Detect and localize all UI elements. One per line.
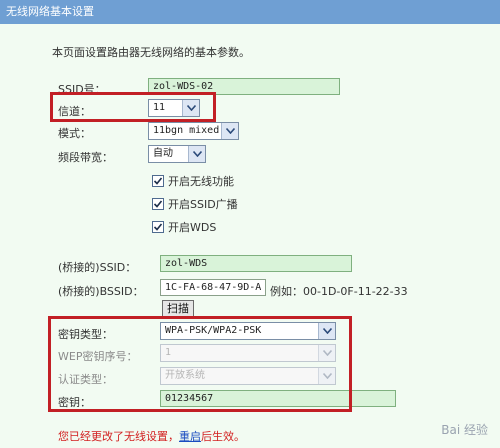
bandwidth-value: 自动 bbox=[153, 148, 173, 159]
wireless-settings-window: 无线网络基本设置 本页面设置路由器无线网络的基本参数。 SSID号： 信道： 1… bbox=[0, 0, 500, 448]
bandwidth-select[interactable]: 自动 bbox=[148, 145, 206, 163]
chevron-down-icon bbox=[221, 123, 238, 139]
bridge-bssid-label: (桥接的)BSSID： bbox=[58, 285, 144, 298]
checkbox-checked-icon bbox=[152, 198, 164, 210]
checkbox-checked-icon bbox=[152, 221, 164, 233]
enable-wds-checkbox[interactable]: 开启WDS bbox=[152, 219, 216, 235]
page-title: 无线网络基本设置 bbox=[0, 0, 500, 24]
page-description: 本页面设置路由器无线网络的基本参数。 bbox=[52, 46, 250, 59]
mode-select[interactable]: 11bgn mixed bbox=[148, 122, 239, 140]
bridge-bssid-input[interactable] bbox=[160, 279, 266, 296]
channel-highlight bbox=[50, 92, 216, 122]
mode-label: 模式： bbox=[58, 127, 91, 140]
checkbox-checked-icon bbox=[152, 175, 164, 187]
bandwidth-label: 频段带宽： bbox=[58, 151, 113, 164]
enable-ssid-broadcast-checkbox[interactable]: 开启SSID广播 bbox=[152, 196, 238, 212]
bridge-ssid-label: (桥接的)SSID： bbox=[58, 261, 137, 274]
bridge-ssid-input[interactable] bbox=[160, 255, 352, 272]
bssid-example-hint: 例如：00-1D-0F-11-22-33 bbox=[270, 285, 408, 298]
chevron-down-icon bbox=[188, 146, 205, 162]
restart-warning: 您已经更改了无线设置，重启后生效。 bbox=[58, 428, 245, 444]
enable-ssid-broadcast-label: 开启SSID广播 bbox=[168, 198, 238, 211]
warning-suffix: 后生效。 bbox=[201, 430, 245, 443]
security-highlight bbox=[48, 316, 352, 412]
enable-wds-label: 开启WDS bbox=[168, 221, 217, 234]
warning-prefix: 您已经更改了无线设置， bbox=[58, 430, 179, 443]
mode-value: 11bgn mixed bbox=[153, 125, 220, 136]
enable-wireless-checkbox[interactable]: 开启无线功能 bbox=[152, 173, 234, 189]
restart-link[interactable]: 重启 bbox=[179, 430, 201, 443]
baidu-watermark: Bai 经验 bbox=[441, 423, 488, 437]
enable-wireless-label: 开启无线功能 bbox=[168, 175, 234, 188]
